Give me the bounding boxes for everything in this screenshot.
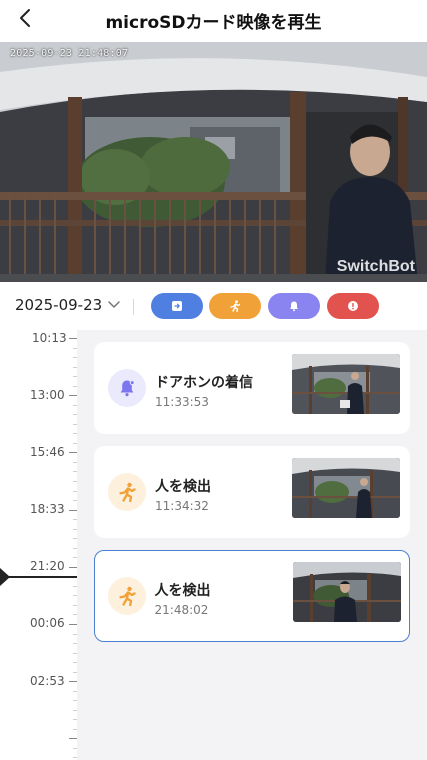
bell-icon — [290, 301, 298, 312]
timeline-tick — [73, 471, 77, 473]
timeline-tick — [73, 519, 77, 521]
running-person-icon — [118, 586, 136, 606]
alert-filter-button[interactable] — [327, 293, 379, 319]
timeline-label: 02:53 — [30, 674, 65, 688]
timeline-tick — [73, 461, 77, 463]
event-content: 10:13 13:00 15:46 18:33 21:20 00:06 02:5… — [0, 330, 427, 760]
timeline-tick — [73, 614, 77, 616]
timeline-tick — [73, 500, 77, 502]
event-icon-badge — [107, 576, 146, 615]
event-title: 人を検出 — [154, 582, 211, 599]
timeline-scrubber[interactable]: 10:13 13:00 15:46 18:33 21:20 00:06 02:5… — [0, 330, 77, 760]
timeline-tick — [73, 604, 77, 606]
playhead-triangle-icon[interactable] — [0, 568, 10, 586]
timeline-tick — [73, 433, 77, 435]
timeline-tick — [69, 395, 77, 397]
timeline-tick — [73, 595, 77, 597]
timeline-label: 15:46 — [30, 445, 65, 459]
timeline-tick — [73, 366, 77, 368]
timeline-tick — [73, 557, 77, 559]
event-icon-badge — [108, 473, 146, 511]
event-time: 11:34:32 — [155, 499, 209, 513]
timeline-tick — [73, 728, 77, 730]
event-time: 21:48:02 — [154, 602, 209, 617]
timeline-tick — [73, 376, 77, 378]
bell-filter-button[interactable] — [268, 293, 320, 319]
date-selector[interactable]: 2025-09-23 — [15, 296, 120, 314]
video-timestamp: 2025-09-23 21:48:07 — [10, 48, 129, 59]
event-time: 11:33:53 — [155, 395, 209, 409]
timeline-label: 00:06 — [30, 616, 65, 630]
date-value: 2025-09-23 — [15, 296, 103, 314]
person-filter-button[interactable] — [209, 293, 261, 319]
timeline-tick — [73, 671, 77, 673]
timeline-tick — [73, 585, 77, 587]
timeline-tick — [73, 662, 77, 664]
video-player[interactable]: 2025-09-23 21:48:07 SwitchBot — [0, 42, 427, 282]
timeline-tick — [73, 490, 77, 492]
event-icon-badge — [108, 369, 146, 407]
event-title: 人を検出 — [155, 479, 211, 495]
playhead-line[interactable] — [0, 576, 77, 578]
timeline-label: 13:00 — [30, 388, 65, 402]
timeline-tick — [73, 357, 77, 359]
timeline-label: 10:13 — [32, 331, 67, 345]
event-card[interactable]: ドアホンの着信 11:33:53 — [94, 342, 410, 434]
thumbnail-image — [292, 354, 400, 414]
timeline-tick — [73, 652, 77, 654]
doorbell-box-icon — [172, 301, 182, 311]
timeline-tick — [73, 404, 77, 406]
timeline-tick — [73, 709, 77, 711]
timeline-tick — [69, 338, 77, 339]
timeline-tick — [73, 719, 77, 721]
doorbell-filter-button[interactable] — [151, 293, 203, 319]
timeline-tick — [69, 624, 77, 625]
filter-divider — [133, 299, 134, 315]
timeline-ticks — [69, 330, 77, 760]
top-bar: microSDカード映像を再生 — [0, 0, 427, 40]
thumbnail-image — [292, 458, 400, 518]
timeline-tick — [73, 747, 77, 749]
thumbnail-image — [292, 561, 401, 622]
timeline-tick — [73, 347, 77, 349]
switchbot-watermark: SwitchBot — [336, 258, 415, 275]
event-thumbnail[interactable] — [292, 458, 400, 518]
event-card[interactable]: 人を検出 11:34:32 — [94, 446, 410, 538]
filter-bar: 2025-09-23 — [0, 282, 427, 330]
timeline-tick — [73, 633, 77, 635]
running-person-icon — [119, 482, 136, 502]
timeline-tick — [73, 643, 77, 645]
timeline-tick — [69, 452, 77, 454]
bell-icon — [120, 380, 135, 397]
timeline-label: 18:33 — [30, 502, 65, 516]
page-title: microSDカード映像を再生 — [105, 13, 322, 33]
timeline-tick — [73, 442, 77, 444]
timeline-tick — [73, 414, 77, 416]
timeline-tick — [73, 481, 77, 482]
timeline-label: 21:20 — [30, 559, 65, 573]
event-card-selected[interactable]: 人を検出 21:48:02 — [94, 550, 410, 642]
event-title: ドアホンの着信 — [155, 375, 253, 391]
exclamation-icon — [348, 301, 358, 311]
timeline-tick — [73, 385, 77, 387]
event-thumbnail[interactable] — [292, 561, 401, 622]
video-frame — [0, 42, 427, 282]
timeline-tick — [73, 538, 77, 540]
timeline-tick — [73, 757, 77, 759]
timeline-tick — [73, 547, 77, 549]
timeline-tick — [73, 700, 77, 702]
timeline-tick — [73, 690, 77, 692]
timeline-tick — [69, 566, 77, 568]
chevron-down-icon — [108, 301, 120, 308]
timeline-tick — [69, 681, 77, 683]
timeline-tick — [73, 423, 77, 425]
timeline-tick — [73, 528, 77, 530]
timeline-tick — [69, 509, 77, 511]
timeline-tick — [69, 738, 77, 740]
running-person-icon — [230, 300, 241, 312]
event-thumbnail[interactable] — [292, 354, 400, 414]
